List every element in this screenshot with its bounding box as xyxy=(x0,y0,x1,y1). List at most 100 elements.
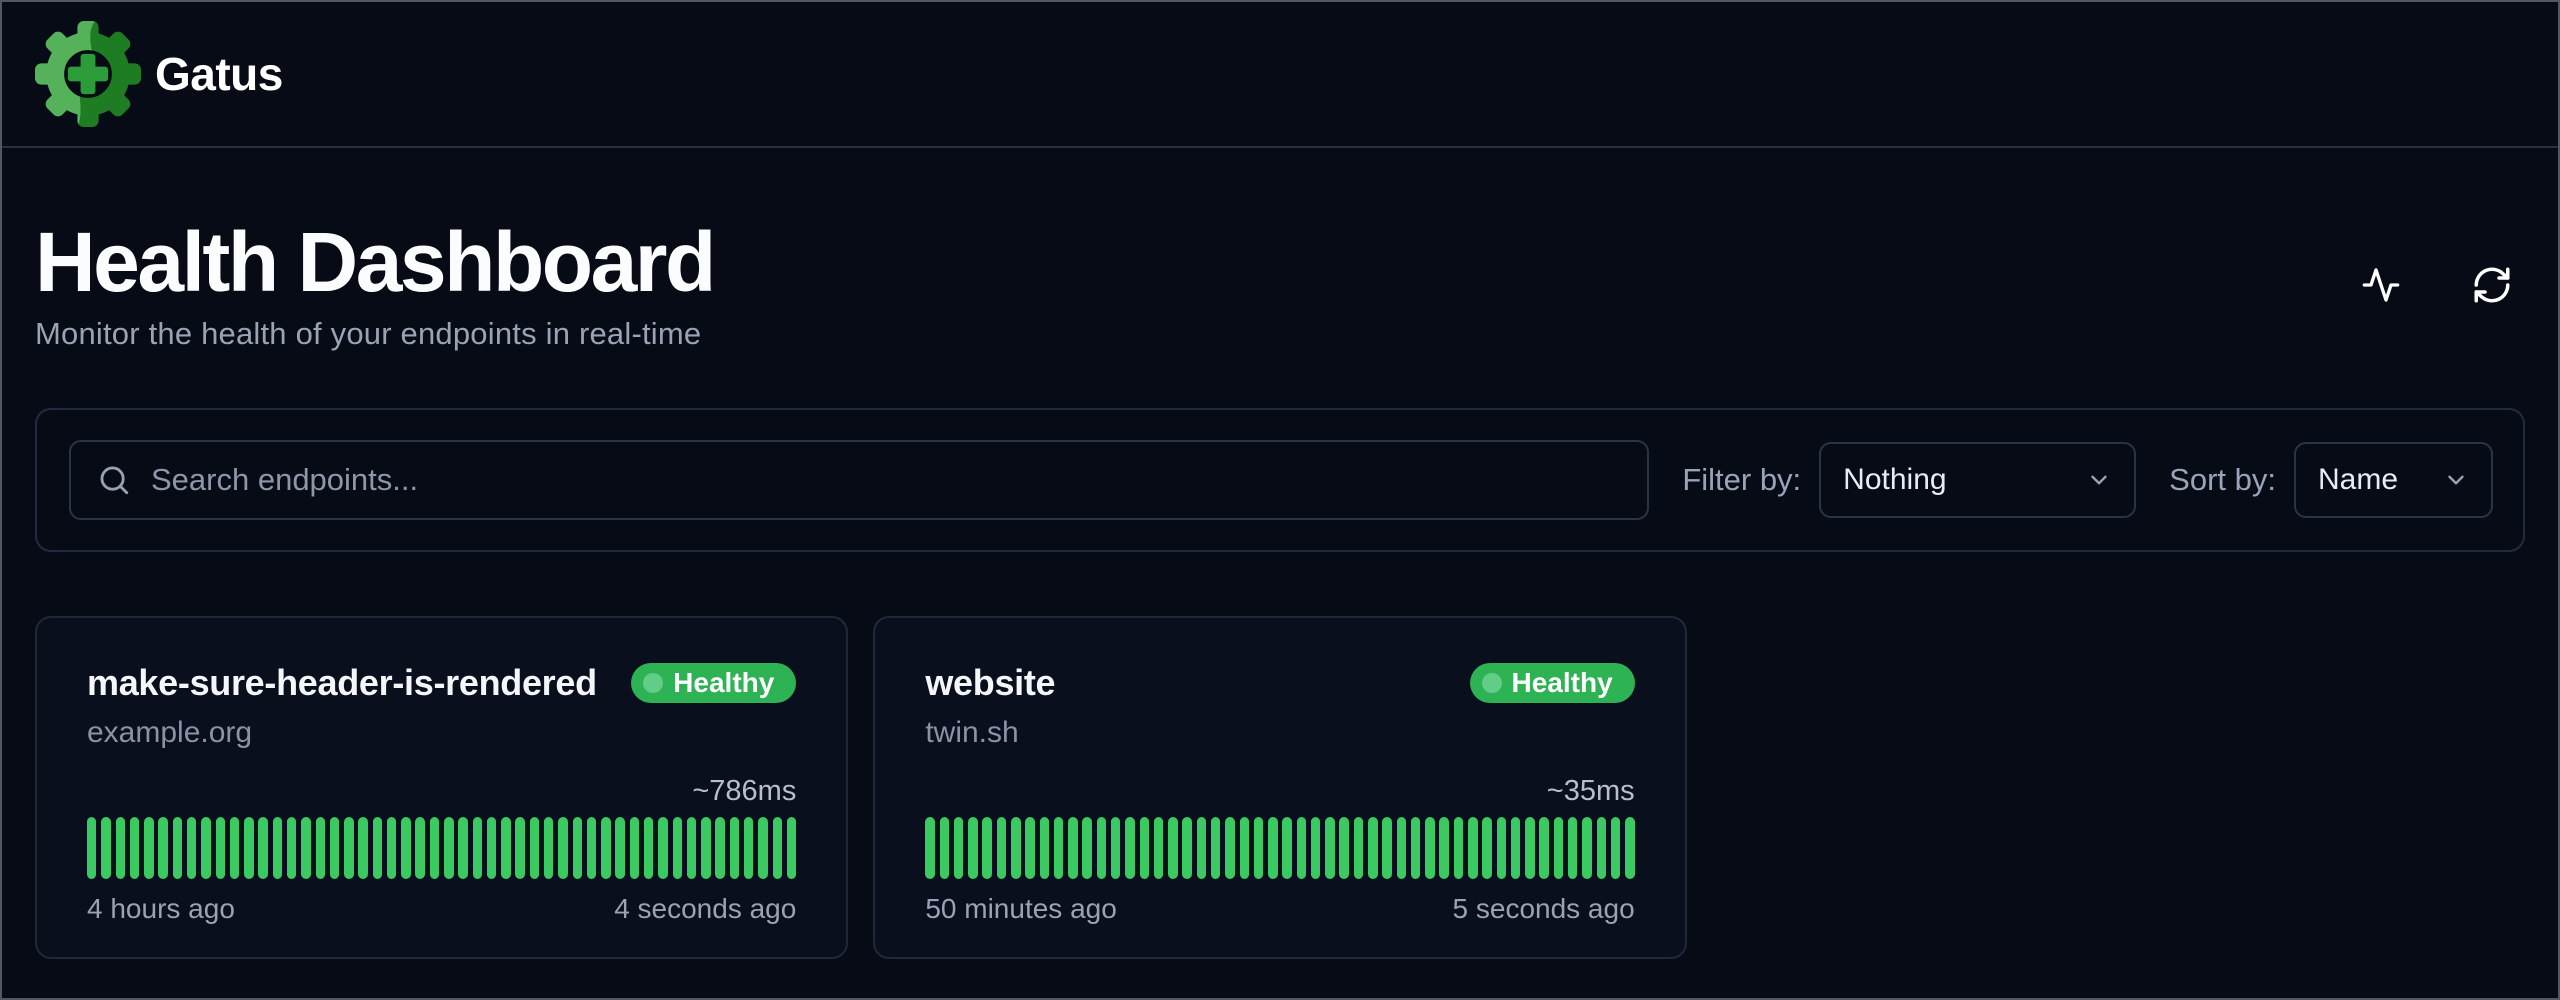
health-bar[interactable] xyxy=(1182,817,1191,879)
health-bar[interactable] xyxy=(344,817,353,879)
health-bar[interactable] xyxy=(444,817,453,879)
health-bar[interactable] xyxy=(1268,817,1277,879)
health-bar[interactable] xyxy=(1497,817,1506,879)
health-bar[interactable] xyxy=(1411,817,1420,879)
health-bar[interactable] xyxy=(1154,817,1163,879)
health-bar[interactable] xyxy=(1068,817,1077,879)
health-bar[interactable] xyxy=(968,817,977,879)
health-bar[interactable] xyxy=(658,817,667,879)
sort-select[interactable]: Name xyxy=(2294,442,2493,518)
health-bar[interactable] xyxy=(1054,817,1063,879)
health-bar[interactable] xyxy=(430,817,439,879)
health-bar[interactable] xyxy=(940,817,949,879)
health-bar[interactable] xyxy=(530,817,539,879)
health-bar[interactable] xyxy=(1082,817,1091,879)
health-bar[interactable] xyxy=(501,817,510,879)
health-bar[interactable] xyxy=(997,817,1006,879)
health-bar[interactable] xyxy=(258,817,267,879)
health-bar[interactable] xyxy=(644,817,653,879)
health-bar[interactable] xyxy=(744,817,753,879)
health-bar[interactable] xyxy=(1597,817,1606,879)
health-bar[interactable] xyxy=(544,817,553,879)
health-bar[interactable] xyxy=(330,817,339,879)
health-bar[interactable] xyxy=(458,817,467,879)
health-bar[interactable] xyxy=(954,817,963,879)
health-bar[interactable] xyxy=(1254,817,1263,879)
health-bar[interactable] xyxy=(1240,817,1249,879)
health-bar[interactable] xyxy=(1111,817,1120,879)
health-bar[interactable] xyxy=(925,817,934,879)
health-bar[interactable] xyxy=(1325,817,1334,879)
health-bar[interactable] xyxy=(87,817,96,879)
health-bar[interactable] xyxy=(1539,817,1548,879)
health-bar[interactable] xyxy=(1282,817,1291,879)
health-bar[interactable] xyxy=(573,817,582,879)
health-bar[interactable] xyxy=(1554,817,1563,879)
health-bar[interactable] xyxy=(230,817,239,879)
health-bar[interactable] xyxy=(1025,817,1034,879)
health-bar[interactable] xyxy=(1097,817,1106,879)
health-bar[interactable] xyxy=(587,817,596,879)
health-bar[interactable] xyxy=(701,817,710,879)
health-bar[interactable] xyxy=(615,817,624,879)
health-bar[interactable] xyxy=(373,817,382,879)
health-bar[interactable] xyxy=(673,817,682,879)
health-bar[interactable] xyxy=(715,817,724,879)
health-bar[interactable] xyxy=(1368,817,1377,879)
health-bar[interactable] xyxy=(1354,817,1363,879)
health-bar[interactable] xyxy=(387,817,396,879)
health-bar[interactable] xyxy=(1482,817,1491,879)
health-bar[interactable] xyxy=(101,817,110,879)
health-bar[interactable] xyxy=(758,817,767,879)
endpoint-card[interactable]: website Healthy twin.sh ~35ms 50 minutes… xyxy=(873,616,1686,959)
health-bar[interactable] xyxy=(1582,817,1591,879)
health-bar[interactable] xyxy=(982,817,991,879)
health-bar[interactable] xyxy=(601,817,610,879)
health-bar[interactable] xyxy=(1511,817,1520,879)
health-bar[interactable] xyxy=(1297,817,1306,879)
health-bar[interactable] xyxy=(1197,817,1206,879)
health-bar[interactable] xyxy=(1625,817,1634,879)
health-bar[interactable] xyxy=(201,817,210,879)
health-bar[interactable] xyxy=(216,817,225,879)
health-bar[interactable] xyxy=(787,817,796,879)
health-bar[interactable] xyxy=(116,817,125,879)
health-bar[interactable] xyxy=(687,817,696,879)
health-bar[interactable] xyxy=(1525,817,1534,879)
health-bar[interactable] xyxy=(130,817,139,879)
health-bar[interactable] xyxy=(1454,817,1463,879)
health-bar[interactable] xyxy=(1140,817,1149,879)
health-bar[interactable] xyxy=(730,817,739,879)
refresh-icon[interactable] xyxy=(2471,264,2513,306)
health-bar[interactable] xyxy=(630,817,639,879)
health-bar[interactable] xyxy=(473,817,482,879)
health-bar[interactable] xyxy=(415,817,424,879)
health-bar[interactable] xyxy=(1339,817,1348,879)
health-bar[interactable] xyxy=(1439,817,1448,879)
health-bar[interactable] xyxy=(1397,817,1406,879)
health-bar[interactable] xyxy=(1425,817,1434,879)
activity-icon[interactable] xyxy=(2361,265,2401,305)
filter-select[interactable]: Nothing xyxy=(1819,442,2136,518)
health-bar[interactable] xyxy=(1125,817,1134,879)
health-bar[interactable] xyxy=(1040,817,1049,879)
health-bar[interactable] xyxy=(287,817,296,879)
search-input[interactable] xyxy=(151,462,1621,498)
health-bar[interactable] xyxy=(558,817,567,879)
health-bar[interactable] xyxy=(158,817,167,879)
health-bar[interactable] xyxy=(1382,817,1391,879)
endpoint-card[interactable]: make-sure-header-is-rendered Healthy exa… xyxy=(35,616,848,959)
health-bar[interactable] xyxy=(273,817,282,879)
health-bar[interactable] xyxy=(1568,817,1577,879)
health-bar[interactable] xyxy=(487,817,496,879)
health-bar[interactable] xyxy=(1611,817,1620,879)
health-bar[interactable] xyxy=(187,817,196,879)
health-bar[interactable] xyxy=(401,817,410,879)
health-bar[interactable] xyxy=(1211,817,1220,879)
health-bar[interactable] xyxy=(515,817,524,879)
health-bar[interactable] xyxy=(316,817,325,879)
health-bar[interactable] xyxy=(1011,817,1020,879)
health-bar[interactable] xyxy=(144,817,153,879)
health-bar[interactable] xyxy=(244,817,253,879)
health-bar[interactable] xyxy=(1225,817,1234,879)
